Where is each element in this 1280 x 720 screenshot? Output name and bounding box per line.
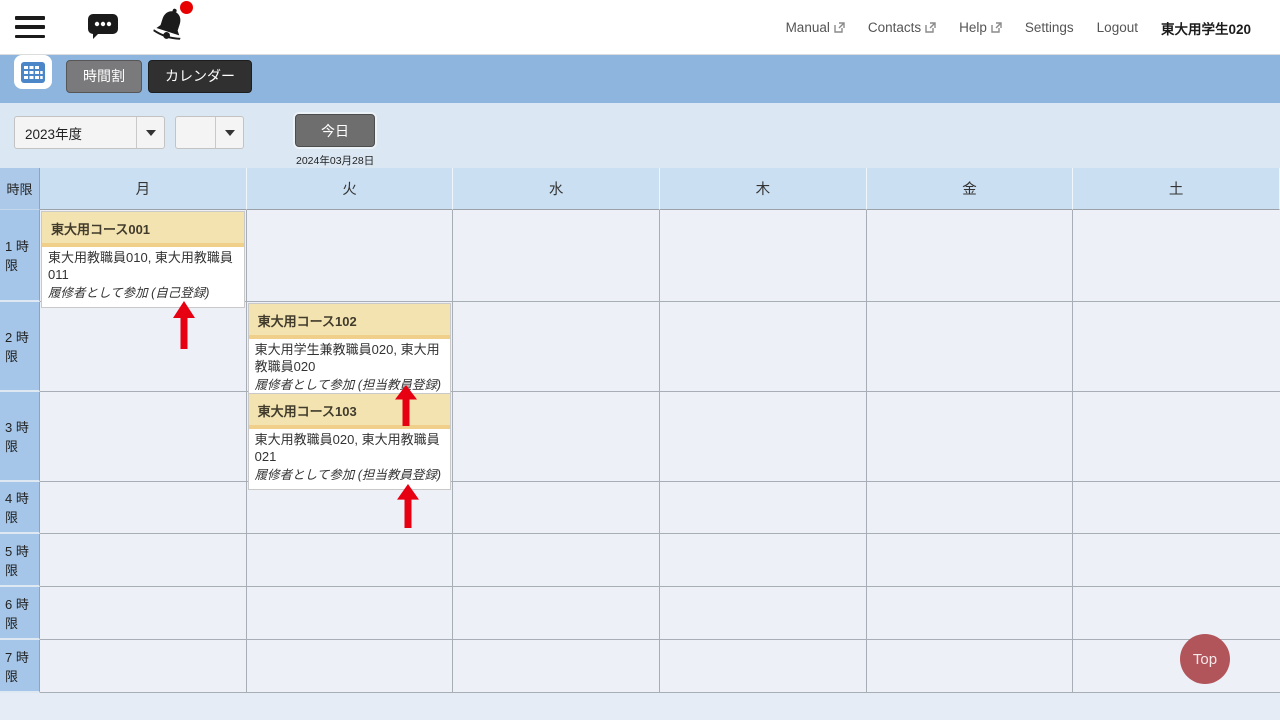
today-button[interactable]: 今日 [295, 114, 375, 147]
day-header-fri: 金 [867, 168, 1074, 210]
period-label-1: 1 時限 [0, 210, 40, 302]
course-title[interactable]: 東大用コース001 [42, 212, 244, 247]
timetable-cell [867, 392, 1074, 482]
timetable-cell [247, 640, 454, 693]
course-card-103[interactable]: 東大用コース103 東大用教職員020, 東大用教職員021 履修者として参加 … [248, 393, 452, 490]
scroll-to-top-button[interactable]: Top [1180, 634, 1230, 684]
course-title[interactable]: 東大用コース102 [249, 304, 451, 339]
timetable-cell [1073, 534, 1280, 587]
period-label-5: 5 時限 [0, 534, 40, 587]
timetable-cell [453, 587, 660, 640]
timetable-cell: 東大用コース001 東大用教職員010, 東大用教職員011 履修者として参加 … [40, 210, 247, 302]
external-link-icon [925, 22, 936, 33]
period-label-7: 7 時限 [0, 640, 40, 693]
nav-link-settings[interactable]: Settings [1025, 20, 1074, 35]
timetable-cell [867, 587, 1074, 640]
weekly-timetable: 時限 月 火 水 木 金 土 1 時限 東大用コース001 東大用教職員010,… [0, 168, 1280, 693]
nav-link-manual[interactable]: Manual [786, 20, 845, 35]
external-link-icon [834, 22, 845, 33]
annotation-arrow-up [173, 301, 195, 349]
timetable-cell [660, 482, 867, 534]
timetable-cell [660, 534, 867, 587]
timetable-area: 時限 月 火 水 木 金 土 1 時限 東大用コース001 東大用教職員010,… [0, 168, 1280, 693]
timetable-cell [1073, 210, 1280, 302]
timetable-cell [40, 482, 247, 534]
hamburger-menu-icon[interactable] [15, 16, 45, 38]
day-header-thu: 木 [660, 168, 867, 210]
timetable-grid-icon [21, 62, 45, 83]
timetable-cell [660, 392, 867, 482]
course-members: 東大用教職員010, 東大用教職員011 [48, 250, 238, 284]
timetable-cell [453, 392, 660, 482]
timetable-cell: 東大用コース103 東大用教職員020, 東大用教職員021 履修者として参加 … [247, 392, 454, 482]
timetable-cell [867, 640, 1074, 693]
timetable-cell [247, 587, 454, 640]
timetable-cell [1073, 587, 1280, 640]
current-date: 2024年03月28日 [296, 153, 374, 168]
period-label-3: 3 時限 [0, 392, 40, 482]
tab-bar: 時間割 カレンダー [0, 55, 1280, 103]
timetable-cell [247, 534, 454, 587]
nav-link-contacts[interactable]: Contacts [868, 20, 936, 35]
course-members: 東大用学生兼教職員020, 東大用教職員020 [255, 342, 445, 376]
top-bar: Manual Contacts Help Settings Lo [0, 0, 1280, 55]
day-header-sat: 土 [1073, 168, 1280, 210]
timetable-cell [660, 302, 867, 392]
external-link-icon [991, 22, 1002, 33]
course-card-001[interactable]: 東大用コース001 東大用教職員010, 東大用教職員011 履修者として参加 … [41, 211, 245, 308]
top-navigation: Manual Contacts Help Settings Lo [786, 0, 1251, 55]
notification-badge [180, 1, 193, 14]
course-role: 履修者として参加 (自己登録) [48, 285, 238, 301]
timetable-cell [1073, 392, 1280, 482]
annotation-arrow-up [395, 385, 417, 426]
chevron-down-icon [146, 130, 156, 136]
course-card-102[interactable]: 東大用コース102 東大用学生兼教職員020, 東大用教職員020 履修者として… [248, 303, 452, 400]
timetable-cell [40, 587, 247, 640]
period-label-4: 4 時限 [0, 482, 40, 534]
period-label-2: 2 時限 [0, 302, 40, 392]
timetable-cell [453, 210, 660, 302]
course-title[interactable]: 東大用コース103 [249, 394, 451, 429]
timetable-cell [1073, 482, 1280, 534]
calendar-controls: 2023年度 今日 2024年03月28日 [0, 103, 1280, 168]
period-label-6: 6 時限 [0, 587, 40, 640]
timetable-cell [40, 640, 247, 693]
chevron-down-icon [225, 130, 235, 136]
timetable-cell [453, 640, 660, 693]
day-header-wed: 水 [453, 168, 660, 210]
period-column-header: 時限 [0, 168, 40, 210]
timetable-cell [40, 534, 247, 587]
timetable-cell [867, 302, 1074, 392]
day-header-tue: 火 [247, 168, 454, 210]
timetable-cell [453, 302, 660, 392]
timetable-cell [867, 210, 1074, 302]
timetable-cell [867, 482, 1074, 534]
timetable-cell [660, 640, 867, 693]
nav-link-logout[interactable]: Logout [1097, 20, 1138, 35]
timetable-app-tile[interactable] [14, 55, 52, 89]
nav-link-help[interactable]: Help [959, 20, 1002, 35]
username: 東大用学生020 [1161, 18, 1251, 38]
timetable-cell [1073, 302, 1280, 392]
term-select[interactable] [175, 116, 244, 149]
tab-timetable[interactable]: 時間割 [66, 60, 142, 93]
tab-calendar[interactable]: カレンダー [148, 60, 252, 93]
timetable-cell [453, 534, 660, 587]
day-header-mon: 月 [40, 168, 247, 210]
notification-bell-icon[interactable] [151, 7, 189, 48]
chat-icon[interactable] [87, 11, 119, 44]
timetable-cell: 東大用コース102 東大用学生兼教職員020, 東大用教職員020 履修者として… [247, 302, 454, 392]
year-select[interactable]: 2023年度 [14, 116, 165, 149]
timetable-cell [453, 482, 660, 534]
course-role: 履修者として参加 (担当教員登録) [255, 467, 445, 483]
timetable-cell [867, 534, 1074, 587]
timetable-cell [1073, 640, 1280, 693]
timetable-cell [40, 302, 247, 392]
course-members: 東大用教職員020, 東大用教職員021 [255, 432, 445, 466]
timetable-cell [247, 210, 454, 302]
timetable-cell [660, 587, 867, 640]
timetable-cell [660, 210, 867, 302]
annotation-arrow-up [397, 484, 419, 528]
timetable-cell [40, 392, 247, 482]
